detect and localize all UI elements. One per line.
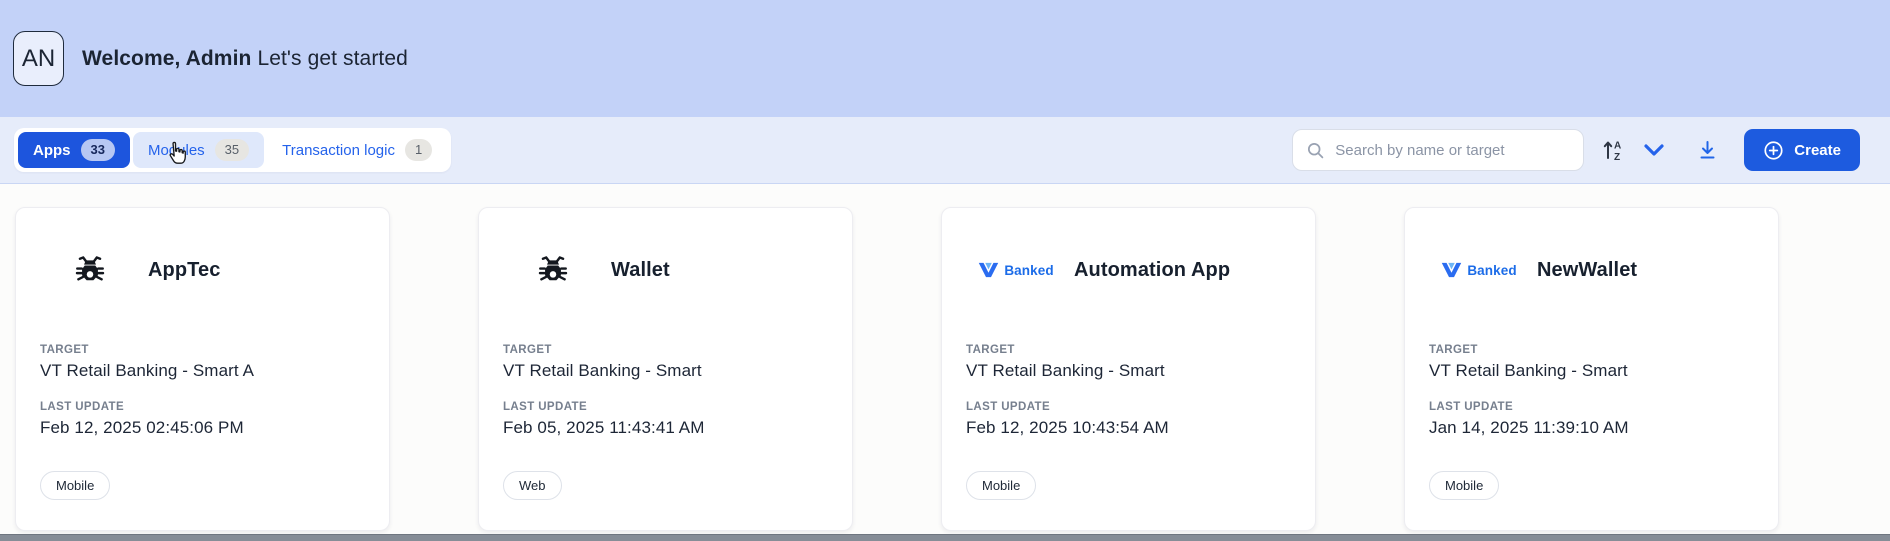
search-input[interactable] [1335,142,1583,159]
app-title: NewWallet [1537,259,1637,282]
last-update-value: Feb 12, 2025 02:45:06 PM [40,418,365,438]
banked-v-icon [1441,262,1462,278]
app-card-automation-app[interactable]: Banked Automation App TARGET VT Retail B… [941,207,1316,531]
target-value: VT Retail Banking - Smart [1429,361,1754,381]
tab-bar: Apps 33 Modules 35 Transaction logic 1 [14,128,451,172]
target-label: TARGET [1429,344,1754,356]
tab-label: Modules [148,142,205,159]
toolbar: Apps 33 Modules 35 Transaction logic 1 A [0,117,1890,184]
horizontal-scrollbar[interactable] [0,534,1890,541]
download-button[interactable] [1697,139,1718,161]
app-logo-box: Banked [966,262,1066,278]
target-label: TARGET [40,344,365,356]
target-value: VT Retail Banking - Smart [503,361,828,381]
target-value: VT Retail Banking - Smart A [40,361,365,381]
tab-transaction-logic[interactable]: Transaction logic 1 [267,132,447,168]
create-button-label: Create [1794,142,1841,159]
app-card-newwallet[interactable]: Banked NewWallet TARGET VT Retail Bankin… [1404,207,1779,531]
banked-wordmark: Banked [1004,263,1053,278]
app-title: Automation App [1074,259,1230,282]
platform-badge: Mobile [1429,471,1499,500]
download-icon [1697,139,1718,161]
last-update-label: LAST UPDATE [1429,401,1754,413]
banked-logo: Banked [1441,262,1516,278]
toolbar-controls: A Z [1292,129,1860,171]
search-box[interactable] [1292,129,1584,171]
last-update-label: LAST UPDATE [966,401,1291,413]
tab-label: Apps [33,142,71,159]
avatar[interactable]: AN [13,31,64,86]
sort-az-button[interactable]: A Z [1601,137,1626,163]
last-update-label: LAST UPDATE [503,401,828,413]
bug-icon [73,253,107,287]
target-value: VT Retail Banking - Smart [966,361,1291,381]
chevron-down-icon [1643,143,1665,157]
tab-label: Transaction logic [282,142,395,159]
platform-badge: Web [503,471,562,500]
banked-wordmark: Banked [1467,263,1516,278]
sort-options-button[interactable] [1643,143,1665,157]
svg-text:A: A [1614,141,1621,152]
card-header: Banked Automation App [966,250,1291,290]
target-label: TARGET [966,344,1291,356]
last-update-label: LAST UPDATE [40,401,365,413]
app-logo-box: Banked [503,253,603,287]
tab-count-badge: 35 [215,139,249,161]
app-card-apptec[interactable]: Banked AppTec TARGET VT Retail Banking -… [15,207,390,531]
create-button[interactable]: Create [1744,129,1860,171]
app-logo-box: Banked [1429,262,1529,278]
header: AN Welcome, Admin Let's get started [0,0,1890,117]
tab-apps[interactable]: Apps 33 [18,132,130,168]
app-window: AN Welcome, Admin Let's get started Apps … [0,0,1890,541]
welcome-name: Welcome, Admin [82,47,251,70]
sort-az-icon: A Z [1601,137,1626,163]
tab-count-badge: 1 [405,139,432,161]
last-update-value: Jan 14, 2025 11:39:10 AM [1429,418,1754,438]
tab-modules[interactable]: Modules 35 [133,132,264,168]
card-header: Banked Wallet [503,250,828,290]
bug-icon [536,253,570,287]
app-logo-box: Banked [40,253,140,287]
search-icon [1306,141,1325,160]
page-title: Welcome, Admin Let's get started [82,47,408,71]
app-title: Wallet [611,259,670,282]
plus-circle-icon [1763,140,1784,161]
card-header: Banked AppTec [40,250,365,290]
welcome-subtitle: Let's get started [257,47,407,70]
platform-badge: Mobile [966,471,1036,500]
platform-badge: Mobile [40,471,110,500]
banked-v-icon [978,262,999,278]
target-label: TARGET [503,344,828,356]
card-header: Banked NewWallet [1429,250,1754,290]
app-card-wallet[interactable]: Banked Wallet TARGET VT Retail Banking -… [478,207,853,531]
app-title: AppTec [148,259,220,282]
banked-logo: Banked [978,262,1053,278]
last-update-value: Feb 12, 2025 10:43:54 AM [966,418,1291,438]
svg-text:Z: Z [1614,152,1620,163]
last-update-value: Feb 05, 2025 11:43:41 AM [503,418,828,438]
tab-count-badge: 33 [81,139,115,161]
app-card-grid: Banked AppTec TARGET VT Retail Banking -… [0,184,1890,534]
